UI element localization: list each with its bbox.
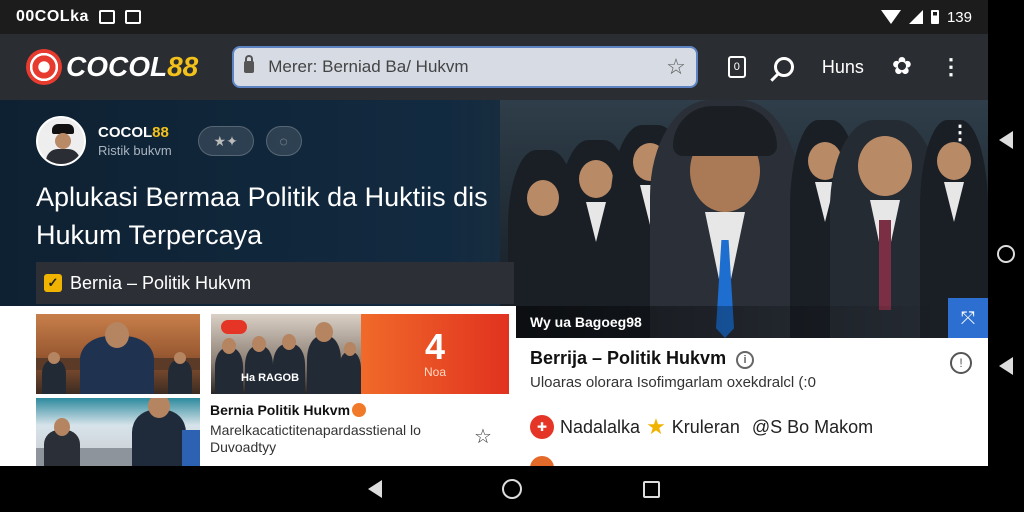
url-text: Merer: Berniad Ba/ Hukvm — [268, 57, 469, 76]
back-icon — [999, 131, 1013, 149]
meta-item-2[interactable]: Kruleran — [672, 417, 740, 438]
status-right: 139 — [880, 8, 972, 26]
signal-icon — [908, 10, 923, 24]
logo-text: COCOL88 — [66, 51, 198, 83]
gallery-icon — [124, 10, 141, 24]
logo-text-accent: 88 — [167, 51, 199, 82]
recent-icon — [642, 480, 660, 498]
nav-back-button[interactable] — [362, 476, 388, 502]
news-thumbnail[interactable]: Ha RAGOB 4 Noa — [211, 314, 509, 394]
nav-recent-button[interactable] — [638, 476, 664, 502]
meta-item-3[interactable]: @S Bo Makom — [752, 417, 873, 438]
side-nav-rail — [988, 0, 1024, 512]
article-meta-row: ✚ Nadalalka ★ Kruleran @S Bo Makom — [530, 414, 873, 440]
tab-icon[interactable]: 0 — [727, 56, 746, 78]
brand-badge-icon — [221, 320, 247, 334]
article-subtitle: Uloaras olorara Isofimgarlam oxekdralcl … — [530, 374, 816, 391]
more-icon[interactable]: ⋮ — [940, 56, 962, 78]
logo-text-main: COCOL — [66, 51, 168, 82]
source-logo-icon: ✚ — [530, 415, 554, 439]
star-icon: ★ — [646, 414, 666, 439]
wifi-icon — [880, 10, 901, 24]
hero-title: Aplukasi Bermaa Politik da Huktiis dis H… — [36, 182, 488, 250]
brand-row: COCOL88 Ristik bukvm ★✦ ◌ — [36, 116, 302, 166]
status-time: 139 — [946, 8, 972, 26]
brand-name-accent: 88 — [152, 124, 169, 141]
lock-icon — [244, 55, 255, 73]
news-grid: Ha RAGOB 4 Noa Bernia Politik Hukvm Mare… — [0, 306, 516, 466]
more-icon[interactable]: ⋮ — [950, 120, 970, 145]
share-button[interactable]: ⤧ — [948, 298, 988, 338]
source-icon — [352, 403, 367, 417]
battery-icon — [930, 10, 939, 24]
notification-icon — [98, 10, 115, 24]
status-text: 00COLka — [16, 8, 89, 25]
section-header[interactable]: ✓ Bernia – Politik Hukvm — [36, 262, 514, 304]
url-bar[interactable]: Merer: Berniad Ba/ Hukvm ☆ — [232, 46, 698, 88]
news-thumbnail[interactable] — [36, 314, 200, 394]
toolbar: 0 Huns ✿ ⋮ — [727, 55, 962, 79]
info-icon[interactable]: i — [736, 351, 755, 369]
logo-mark-icon — [26, 49, 62, 85]
back-icon — [999, 357, 1013, 375]
brand-subtitle: Ristik bukvm — [98, 143, 172, 158]
home-button[interactable] — [988, 234, 1024, 274]
hero-photo — [500, 100, 988, 340]
news-thumbnail[interactable] — [36, 398, 200, 466]
brand-block: COCOL88 Ristik bukvm — [98, 124, 172, 158]
back-button-secondary[interactable] — [988, 346, 1024, 386]
brand-name: COCOL88 — [98, 124, 172, 141]
share-icon: ⤧ — [960, 307, 976, 328]
photo-caption: Wy ua Bagoeg98 — [516, 306, 948, 338]
star-icon[interactable]: ☆ — [666, 54, 686, 80]
bookmark-star-icon[interactable]: ☆ — [474, 424, 492, 449]
toolbar-label[interactable]: Huns — [822, 57, 864, 78]
article-card[interactable]: Berrija – Politik Hukvm i Uloaras olorara… — [516, 338, 988, 480]
main-person-figure — [650, 100, 800, 340]
avatar[interactable] — [36, 116, 86, 166]
home-icon — [502, 479, 522, 499]
article-title: Berrija – Politik Hukvm i — [530, 348, 755, 369]
meta-item-1[interactable]: Nadalalka — [560, 417, 640, 438]
gear-icon[interactable]: ✿ — [892, 55, 912, 79]
promo-caption: Noa — [423, 365, 446, 379]
news-thumbnail-edge[interactable] — [182, 430, 200, 466]
rating-pill[interactable]: ★✦ — [197, 126, 254, 156]
timer-icon[interactable]: ! — [950, 352, 972, 374]
checkbox-icon: ✓ — [44, 274, 62, 292]
refresh-button[interactable]: ◌ — [265, 126, 302, 156]
tab-count: 0 — [733, 61, 740, 73]
search-icon[interactable] — [773, 57, 794, 77]
card-title[interactable]: Bernia Politik Hukvm — [210, 402, 367, 418]
back-icon — [368, 480, 382, 498]
back-button[interactable] — [988, 120, 1024, 160]
card-title-text: Bernia Politik Hukvm — [210, 402, 351, 418]
status-bar: 00COLka 139 — [0, 0, 988, 34]
promo-number: 4 — [424, 326, 446, 367]
article-title-text: Berrija – Politik Hukvm — [530, 348, 727, 368]
section-label: Bernia – Politik Hukvm — [70, 272, 252, 293]
thumbnail-overlay-text: Ha RAGOB — [241, 372, 300, 384]
status-left: 00COLka — [16, 8, 141, 26]
app-bar: COCOL88 Merer: Berniad Ba/ Hukvm ☆ 0 Hun… — [0, 34, 988, 100]
refresh-icon: ◌ — [279, 133, 288, 149]
app-logo[interactable]: COCOL88 — [26, 49, 198, 85]
home-icon — [997, 245, 1015, 263]
brand-name-main: COCOL — [98, 124, 153, 141]
star-icon: ★✦ — [213, 132, 238, 149]
promo-banner[interactable]: 4 Noa — [361, 314, 509, 394]
bottom-nav-bar — [0, 466, 1024, 512]
nav-home-button[interactable] — [499, 476, 525, 502]
card-description: Marelkacatictitenapardasstienal lo Duvoa… — [210, 422, 421, 455]
